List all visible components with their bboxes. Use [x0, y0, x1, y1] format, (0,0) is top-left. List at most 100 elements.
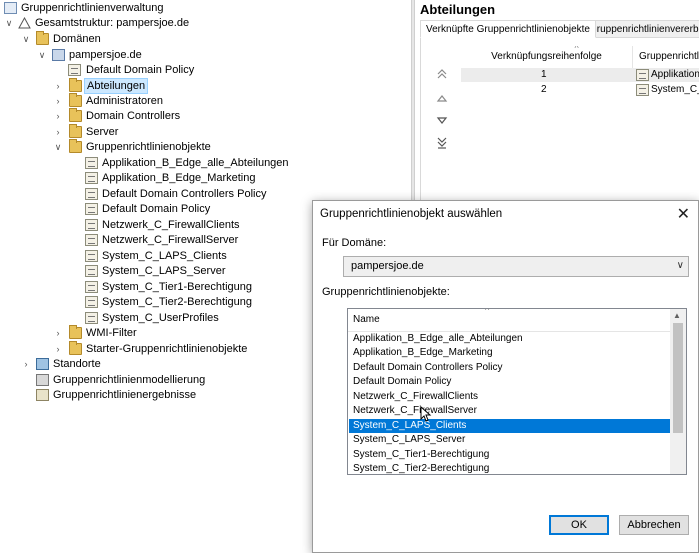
tab-inheritance[interactable]: Gruppenrichtlinienvererbung [583, 20, 699, 38]
gpo-icon [85, 296, 98, 308]
cancel-button[interactable]: Abbrechen [619, 515, 689, 535]
chevron-down-icon[interactable]: ∨ [37, 47, 47, 63]
list-item[interactable]: System_C_Tier2-Berechtigung [349, 462, 670, 474]
tree-gpo-label: Applikation_B_Edge_alle_Abteilungen [102, 157, 289, 169]
ou-folder-icon [69, 108, 82, 122]
tab-linked-gpos[interactable]: Verknüpfte Gruppenrichtlinienobjekte [420, 20, 596, 38]
domain-select-value: pampersjoe.de [351, 260, 424, 272]
list-item-selected[interactable]: System_C_LAPS_Clients [349, 419, 670, 433]
chevron-down-icon[interactable]: ∨ [53, 139, 63, 155]
tree-gpo-label: System_C_UserProfiles [102, 312, 219, 324]
forest-icon [18, 16, 31, 29]
gpo-link-icon [68, 64, 81, 76]
column-header-label: Name [353, 314, 380, 325]
gpo-link-icon [636, 84, 649, 96]
gpo-icon [85, 265, 98, 277]
chevron-down-icon: ∨ [676, 260, 684, 271]
list-item[interactable]: Default Domain Controllers Policy [349, 361, 670, 375]
detail-title: Abteilungen [420, 2, 496, 17]
list-scrollbar[interactable]: ▲ [670, 309, 686, 474]
chevron-right-icon[interactable]: › [53, 108, 63, 124]
wmi-folder-icon [69, 325, 82, 339]
chevron-right-icon[interactable]: › [53, 341, 63, 357]
ou-folder-icon [69, 124, 82, 138]
column-header-order[interactable]: ^ Verknüpfungsreihenfolge [461, 46, 633, 68]
tree-domains-label: Domänen [53, 33, 101, 45]
tree-forest-label: Gesamtstruktur: pampersjoe.de [35, 17, 190, 29]
gpo-icon [85, 157, 98, 169]
tree-sites-label: Standorte [53, 358, 101, 370]
gpo-icon [85, 234, 98, 246]
tree-results-label: Gruppenrichtlinienergebnisse [53, 389, 197, 401]
sites-icon [36, 358, 49, 370]
tree-starter-label: Starter-Gruppenrichtlinienobjekte [86, 343, 248, 355]
link-order: 1 [541, 69, 547, 80]
tree-gpo-label: System_C_LAPS_Server [102, 265, 226, 277]
gpo-icon [85, 281, 98, 293]
column-header-name[interactable]: Gruppenrichtl [635, 46, 699, 68]
chevron-down-icon[interactable]: ∨ [21, 31, 31, 47]
ou-folder-icon [69, 78, 82, 92]
domain-label: Für Domäne: [322, 237, 387, 249]
tree-item-label: Domain Controllers [86, 110, 181, 122]
chevron-right-icon[interactable]: › [53, 325, 63, 341]
close-icon[interactable]: ✕ [677, 204, 690, 224]
domain-icon [52, 49, 65, 61]
gpo-icon [85, 188, 98, 200]
tree-modeling-label: Gruppenrichtlinienmodellierung [53, 374, 206, 386]
ok-button[interactable]: OK [549, 515, 609, 535]
starter-folder-icon [69, 341, 82, 355]
tree-wmi-label: WMI-Filter [86, 327, 137, 339]
gpo-link-icon [636, 69, 649, 81]
dialog-title: Gruppenrichtlinienobjekt auswählen [320, 208, 503, 220]
move-up-icon[interactable] [434, 92, 450, 106]
chevron-right-icon[interactable]: › [21, 356, 31, 372]
sort-ascending-icon: ^ [485, 308, 490, 315]
link-gpo-name: Applikation_ [651, 69, 699, 80]
link-order: 2 [541, 84, 547, 95]
list-item[interactable]: Default Domain Policy [349, 375, 670, 389]
list-item[interactable]: System_C_Tier1-Berechtigung [349, 448, 670, 462]
tree-gpo-label: Default Domain Policy [102, 203, 211, 215]
domain-select[interactable]: pampersjoe.de ∨ [343, 256, 689, 277]
tree-gpo-label: Netzwerk_C_FirewallClients [102, 219, 240, 231]
gpmc-icon [4, 2, 17, 14]
link-gpo-name: System_C_T [651, 84, 699, 95]
tree-gpo-label: System_C_Tier2-Berechtigung [102, 296, 252, 308]
tree-item-label: Server [86, 126, 119, 138]
column-header-name[interactable]: ^ Name [348, 309, 671, 332]
chevron-right-icon[interactable]: › [53, 93, 63, 109]
tree-item-label: Administratoren [86, 95, 164, 107]
tree-gpo-label: Applikation_B_Edge_Marketing [102, 172, 256, 184]
list-item[interactable]: System_C_LAPS_Server [349, 433, 670, 447]
tree-gpo-label: System_C_LAPS_Clients [102, 250, 227, 262]
move-bottom-icon[interactable] [434, 136, 450, 150]
tree-gpo-label: Netzwerk_C_FirewallServer [102, 234, 239, 246]
gpo-container-icon [69, 139, 82, 153]
chevron-right-icon[interactable]: › [53, 78, 63, 94]
list-item[interactable]: Netzwerk_C_FirewallServer [349, 404, 670, 418]
tree-item-label: Abteilungen [84, 78, 149, 94]
tree-gpo-label: System_C_Tier1-Berechtigung [102, 281, 252, 293]
move-down-icon[interactable] [434, 114, 450, 128]
chevron-down-icon[interactable]: ∨ [4, 15, 14, 31]
chevron-right-icon[interactable]: › [53, 124, 63, 140]
list-item[interactable]: Applikation_B_Edge_alle_Abteilungen [349, 332, 670, 346]
tree-domain-label: pampersjoe.de [69, 49, 142, 61]
results-icon [36, 389, 49, 401]
gpo-icon [85, 203, 98, 215]
list-item[interactable]: Applikation_B_Edge_Marketing [349, 346, 670, 360]
gpo-listview[interactable]: ^ Name Applikation_B_Edge_alle_Abteilung… [347, 308, 687, 475]
modeling-icon [36, 374, 49, 386]
scroll-up-icon[interactable]: ▲ [673, 311, 681, 320]
gpo-icon [85, 219, 98, 231]
linked-gpo-row[interactable]: 1 Applikation_ [461, 68, 699, 82]
gpo-icon [85, 172, 98, 184]
scrollbar-thumb[interactable] [673, 323, 683, 433]
linked-gpo-row[interactable]: 2 System_C_T [461, 83, 699, 97]
domains-folder-icon [36, 31, 49, 45]
sort-ascending-icon: ^ [574, 46, 579, 53]
move-top-icon[interactable] [434, 68, 450, 82]
list-item[interactable]: Netzwerk_C_FirewallClients [349, 390, 670, 404]
gpo-icon [85, 312, 98, 324]
